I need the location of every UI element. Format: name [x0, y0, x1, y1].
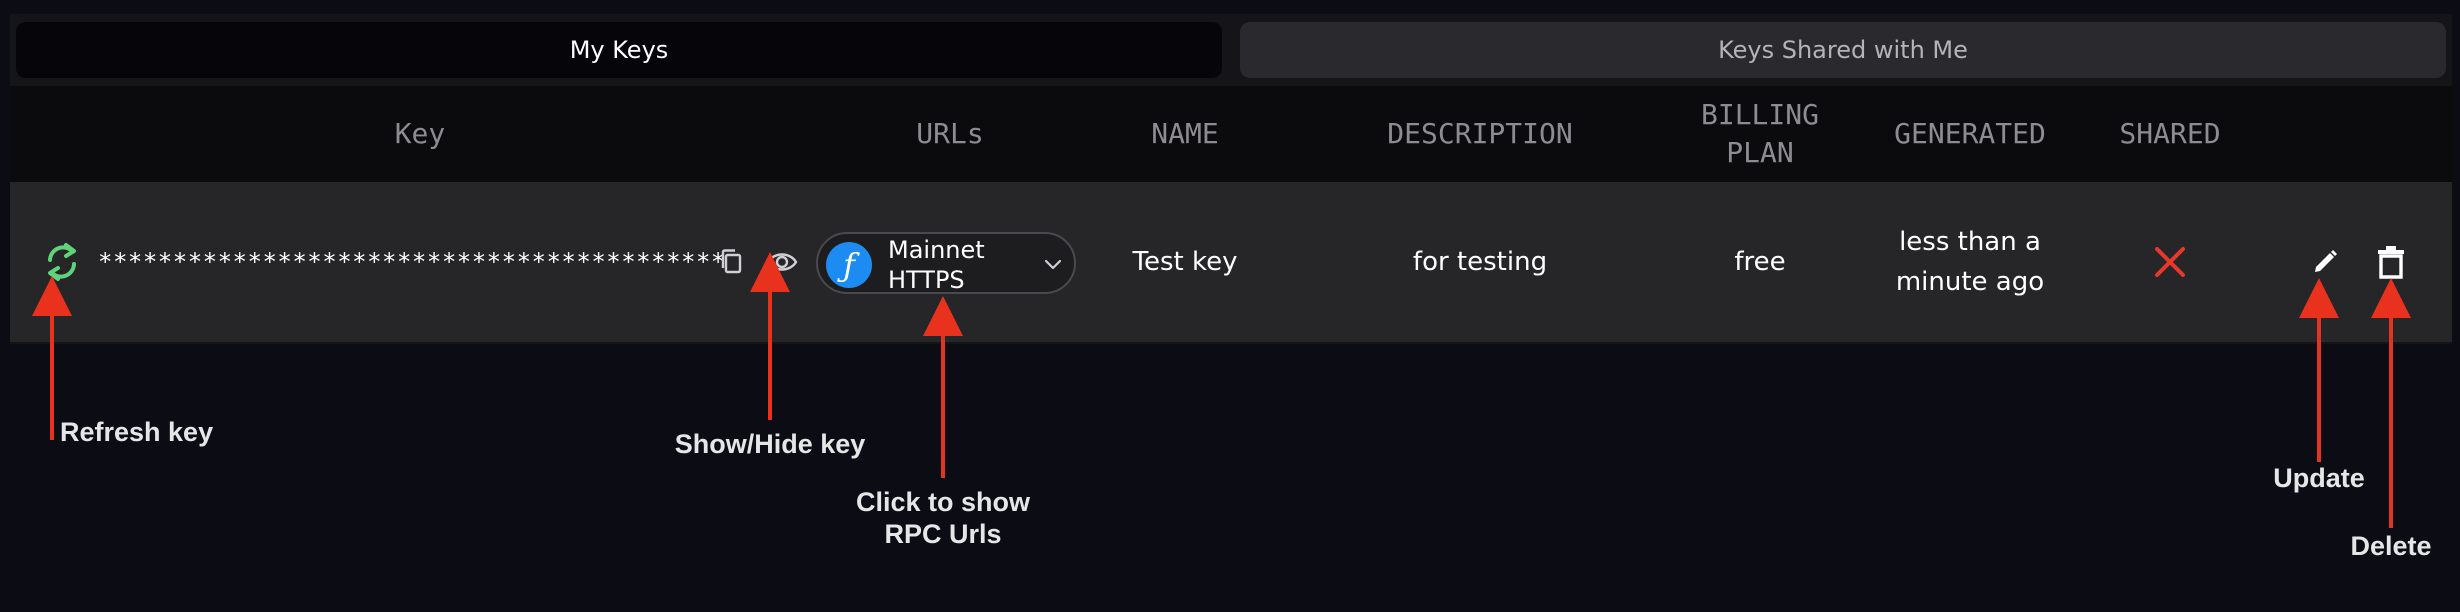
- annotation-update: Update: [2273, 463, 2365, 493]
- annotation-show-hide-key: Show/Hide key: [674, 429, 866, 459]
- annotation-arrows: [32, 252, 2411, 528]
- annotation-refresh-key: Refresh key: [60, 417, 214, 447]
- annotation-rpc-urls: Click to show RPC Urls: [855, 487, 1031, 549]
- annotation-delete: Delete: [2350, 531, 2432, 561]
